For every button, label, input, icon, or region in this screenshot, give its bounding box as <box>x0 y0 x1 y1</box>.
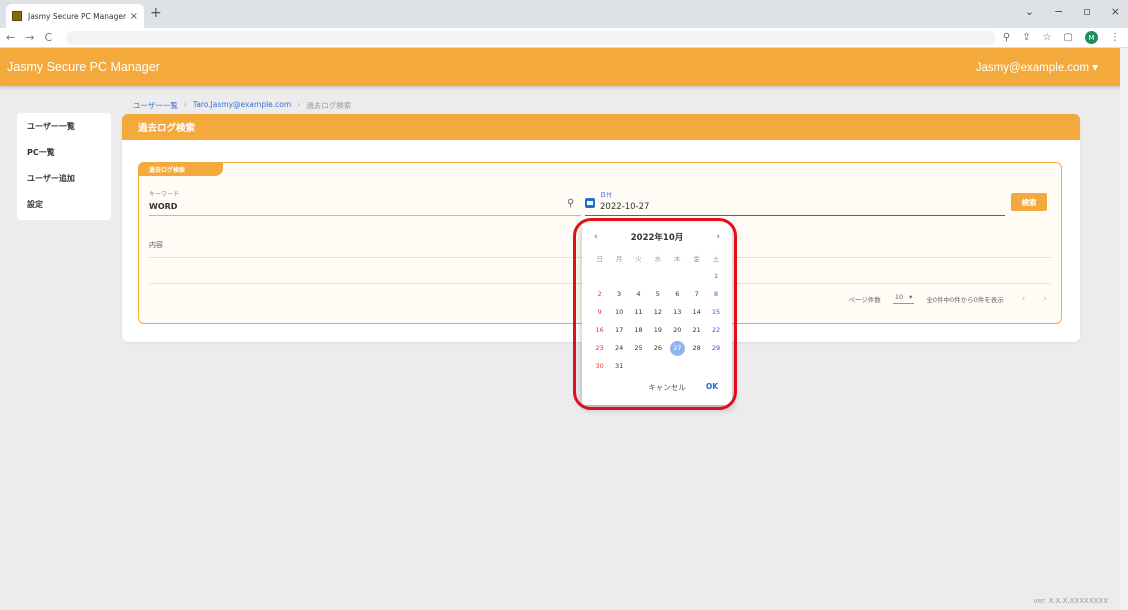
version-text: ver. X.X.X.XXXXXXXX <box>1033 597 1108 605</box>
breadcrumb-user[interactable]: Taro.Jasmy@example.com <box>193 100 291 111</box>
calendar-icon[interactable] <box>585 198 595 208</box>
highlight-annotation <box>573 218 737 410</box>
column-header-content: 内容 <box>149 241 163 249</box>
tab-close-icon[interactable]: × <box>130 11 138 22</box>
date-label: 日付 <box>600 192 613 199</box>
restore-button[interactable]: ▫ <box>1083 5 1090 18</box>
breadcrumb: ユーザー一覧 › Taro.Jasmy@example.com › 過去ログ検索 <box>133 100 351 111</box>
dropdown-arrow-icon: ▾ <box>909 293 913 301</box>
next-page-button[interactable]: › <box>1043 294 1047 304</box>
keyword-input[interactable] <box>149 200 577 213</box>
address-bar: ← → C ⚲ ⇪ ☆ ▢ M ⋮ <box>0 28 1128 48</box>
forward-button[interactable]: → <box>25 31 34 44</box>
breadcrumb-separator: › <box>297 100 301 109</box>
minimize-button[interactable]: − <box>1054 5 1063 18</box>
breadcrumb-current: 過去ログ検索 <box>306 101 352 110</box>
breadcrumb-user-list[interactable]: ユーザー一覧 <box>133 100 178 111</box>
browser-tabstrip: Jasmy Secure PC Manager × + ⌄ − ▫ × <box>0 0 1128 28</box>
back-button[interactable]: ← <box>6 31 15 44</box>
per-page-select[interactable]: 10 ▾ <box>892 293 915 304</box>
user-menu[interactable]: Jasmy@example.com ▾ <box>976 60 1098 74</box>
new-tab-button[interactable]: + <box>150 5 162 21</box>
panel-chip: 過去ログ検索 <box>139 162 223 176</box>
page-summary: 全0件中0件から0件を表示 <box>926 295 1004 304</box>
app-brand[interactable]: Jasmy Secure PC Manager <box>7 60 160 74</box>
keyword-label: キーワード <box>149 191 180 198</box>
sidebar-item-settings[interactable]: 設定 <box>17 191 111 217</box>
sidebar-item-pc-list[interactable]: PC一覧 <box>17 139 111 165</box>
tab-title: Jasmy Secure PC Manager <box>28 11 126 21</box>
page-title: 過去ログ検索 <box>122 114 1080 140</box>
paginator: ページ件数 10 ▾ 全0件中0件から0件を表示 ‹ › <box>848 293 1047 304</box>
per-page-label: ページ件数 <box>848 295 881 304</box>
sidepanel-icon[interactable]: ▢ <box>1064 32 1073 43</box>
browser-toolbar: ⚲ ⇪ ☆ ▢ M ⋮ <box>1003 31 1120 44</box>
sidebar-item-user-list[interactable]: ユーザー一覧 <box>17 113 111 139</box>
url-input[interactable] <box>66 31 996 45</box>
sidebar-item-add-user[interactable]: ユーザー追加 <box>17 165 111 191</box>
browser-tab[interactable]: Jasmy Secure PC Manager × <box>6 4 144 28</box>
share-icon[interactable]: ⇪ <box>1022 32 1030 43</box>
favicon-icon <box>12 11 22 21</box>
tab-search-icon[interactable]: ⌄ <box>1025 5 1034 18</box>
app-header: Jasmy Secure PC Manager Jasmy@example.co… <box>0 48 1128 86</box>
close-window-button[interactable]: × <box>1111 5 1120 18</box>
date-underline <box>585 215 1005 216</box>
keyword-underline <box>149 215 581 216</box>
search-icon[interactable]: ⚲ <box>567 198 574 209</box>
zoom-icon[interactable]: ⚲ <box>1003 32 1010 43</box>
reload-button[interactable]: C <box>44 31 52 44</box>
per-page-value: 10 <box>894 293 904 301</box>
page-scrollbar[interactable] <box>1120 48 1128 610</box>
search-button[interactable]: 検索 <box>1011 193 1047 211</box>
prev-page-button[interactable]: ‹ <box>1022 294 1026 304</box>
bookmark-star-icon[interactable]: ☆ <box>1043 32 1052 43</box>
window-controls: ⌄ − ▫ × <box>1025 5 1120 18</box>
breadcrumb-separator: › <box>183 100 187 109</box>
sidebar: ユーザー一覧 PC一覧 ユーザー追加 設定 <box>17 113 111 220</box>
profile-avatar[interactable]: M <box>1085 31 1098 44</box>
nav-buttons: ← → C <box>6 31 52 44</box>
date-input[interactable] <box>600 200 800 213</box>
browser-menu-icon[interactable]: ⋮ <box>1110 32 1120 43</box>
